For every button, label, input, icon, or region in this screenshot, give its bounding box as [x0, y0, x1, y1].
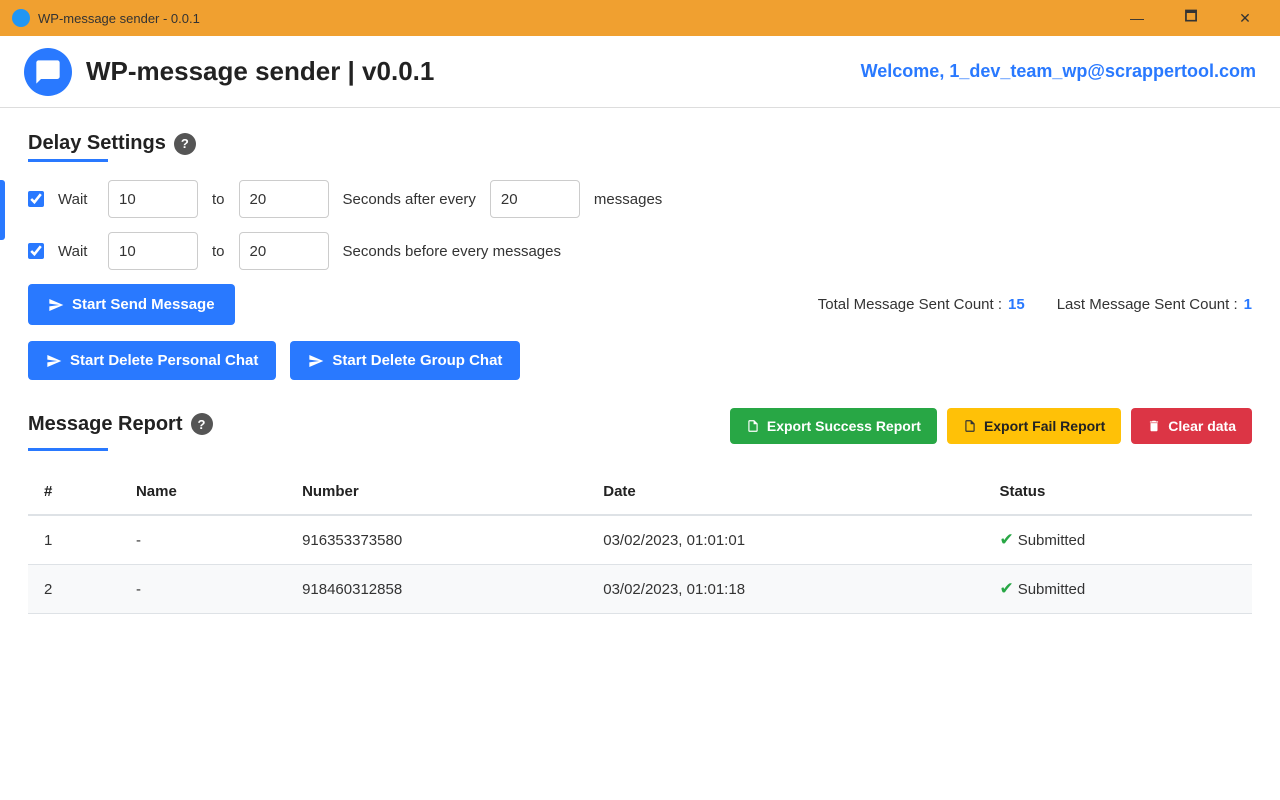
- trash-icon: [1147, 419, 1161, 433]
- send-icon: [48, 297, 64, 313]
- delay-row1-from-input[interactable]: [108, 180, 198, 218]
- table-header-row: # Name Number Date Status: [28, 469, 1252, 515]
- delay-settings-section: Delay Settings ? Wait to Seconds after e…: [28, 132, 1252, 270]
- delay-row1-to-input[interactable]: [239, 180, 329, 218]
- title-bar: WP-message sender - 0.0.1 — 🗖 ✕: [0, 0, 1280, 36]
- delay-row1-label: Wait: [58, 191, 94, 208]
- title-bar-controls: — 🗖 ✕: [1114, 4, 1268, 32]
- delay-row1-msg-suffix: messages: [594, 191, 662, 208]
- delay-row1-suffix: Seconds after every: [343, 191, 476, 208]
- export-fail-report-button[interactable]: Export Fail Report: [947, 408, 1121, 444]
- app-title: WP-message sender | v0.0.1: [86, 56, 434, 87]
- file-fail-icon: [963, 419, 977, 433]
- app-icon: [12, 9, 30, 27]
- export-success-report-button[interactable]: Export Success Report: [730, 408, 937, 444]
- last-sent-value: 1: [1244, 296, 1252, 313]
- delay-settings-title: Delay Settings ?: [28, 132, 1252, 155]
- app-logo-icon: [24, 48, 72, 96]
- delete-personal-icon: [46, 353, 62, 369]
- start-send-button[interactable]: Start Send Message: [28, 284, 235, 325]
- report-section-underline: [28, 448, 108, 451]
- col-header-date: Date: [587, 469, 983, 515]
- close-button[interactable]: ✕: [1222, 4, 1268, 32]
- cell-status: ✔Submitted: [983, 565, 1252, 614]
- cell-id: 1: [28, 515, 120, 565]
- col-header-status: Status: [983, 469, 1252, 515]
- table-row: 2 - 918460312858 03/02/2023, 01:01:18 ✔S…: [28, 565, 1252, 614]
- delay-row2-label: Wait: [58, 243, 94, 260]
- app-header-left: WP-message sender | v0.0.1: [24, 48, 434, 96]
- cell-status: ✔Submitted: [983, 515, 1252, 565]
- report-title-area: Message Report ?: [28, 413, 213, 440]
- delay-row1-msg-input[interactable]: [490, 180, 580, 218]
- maximize-button[interactable]: 🗖: [1168, 4, 1214, 32]
- minimize-button[interactable]: —: [1114, 4, 1160, 32]
- file-success-icon: [746, 419, 760, 433]
- cell-number: 916353373580: [286, 515, 587, 565]
- report-header: Message Report ? Export Success Report E…: [28, 408, 1252, 444]
- main-content: Delay Settings ? Wait to Seconds after e…: [0, 108, 1280, 800]
- col-header-number: Number: [286, 469, 587, 515]
- delay-row2-checkbox[interactable]: [28, 243, 44, 259]
- cell-date: 03/02/2023, 01:01:18: [587, 565, 983, 614]
- message-report-table: # Name Number Date Status 1 - 9163533735…: [28, 469, 1252, 614]
- delay-row-1: Wait to Seconds after every messages: [28, 180, 1252, 218]
- message-report-section: Message Report ? Export Success Report E…: [28, 408, 1252, 614]
- app-header: WP-message sender | v0.0.1 Welcome, 1_de…: [0, 36, 1280, 108]
- report-section-title: Message Report ?: [28, 413, 213, 436]
- last-sent-stat: Last Message Sent Count : 1: [1057, 296, 1252, 313]
- cell-date: 03/02/2023, 01:01:01: [587, 515, 983, 565]
- delay-row2-suffix: Seconds before every messages: [343, 243, 561, 260]
- left-accent: [0, 180, 5, 240]
- title-bar-title: WP-message sender - 0.0.1: [38, 11, 200, 26]
- report-buttons: Export Success Report Export Fail Report…: [730, 408, 1252, 444]
- delay-section-underline: [28, 159, 108, 162]
- report-help-icon[interactable]: ?: [191, 413, 213, 435]
- delete-group-chat-button[interactable]: Start Delete Group Chat: [290, 341, 520, 380]
- col-header-name: Name: [120, 469, 286, 515]
- delay-help-icon[interactable]: ?: [174, 133, 196, 155]
- welcome-text: Welcome, 1_dev_team_wp@scrappertool.com: [861, 61, 1256, 82]
- delete-row: Start Delete Personal Chat Start Delete …: [28, 341, 1252, 380]
- col-header-id: #: [28, 469, 120, 515]
- delay-row2-to-text: to: [212, 243, 225, 260]
- delay-row1-to-text: to: [212, 191, 225, 208]
- title-bar-left: WP-message sender - 0.0.1: [12, 9, 200, 27]
- cell-name: -: [120, 515, 286, 565]
- delete-personal-chat-button[interactable]: Start Delete Personal Chat: [28, 341, 276, 380]
- clear-data-button[interactable]: Clear data: [1131, 408, 1252, 444]
- delete-group-icon: [308, 353, 324, 369]
- delay-row-2: Wait to Seconds before every messages: [28, 232, 1252, 270]
- stats-area: Total Message Sent Count : 15 Last Messa…: [818, 296, 1252, 313]
- delay-row2-to-input[interactable]: [239, 232, 329, 270]
- cell-name: -: [120, 565, 286, 614]
- total-sent-value: 15: [1008, 296, 1025, 313]
- delay-row2-from-input[interactable]: [108, 232, 198, 270]
- delay-row1-checkbox[interactable]: [28, 191, 44, 207]
- total-sent-stat: Total Message Sent Count : 15: [818, 296, 1025, 313]
- cell-number: 918460312858: [286, 565, 587, 614]
- action-row: Start Send Message Total Message Sent Co…: [28, 284, 1252, 325]
- table-row: 1 - 916353373580 03/02/2023, 01:01:01 ✔S…: [28, 515, 1252, 565]
- cell-id: 2: [28, 565, 120, 614]
